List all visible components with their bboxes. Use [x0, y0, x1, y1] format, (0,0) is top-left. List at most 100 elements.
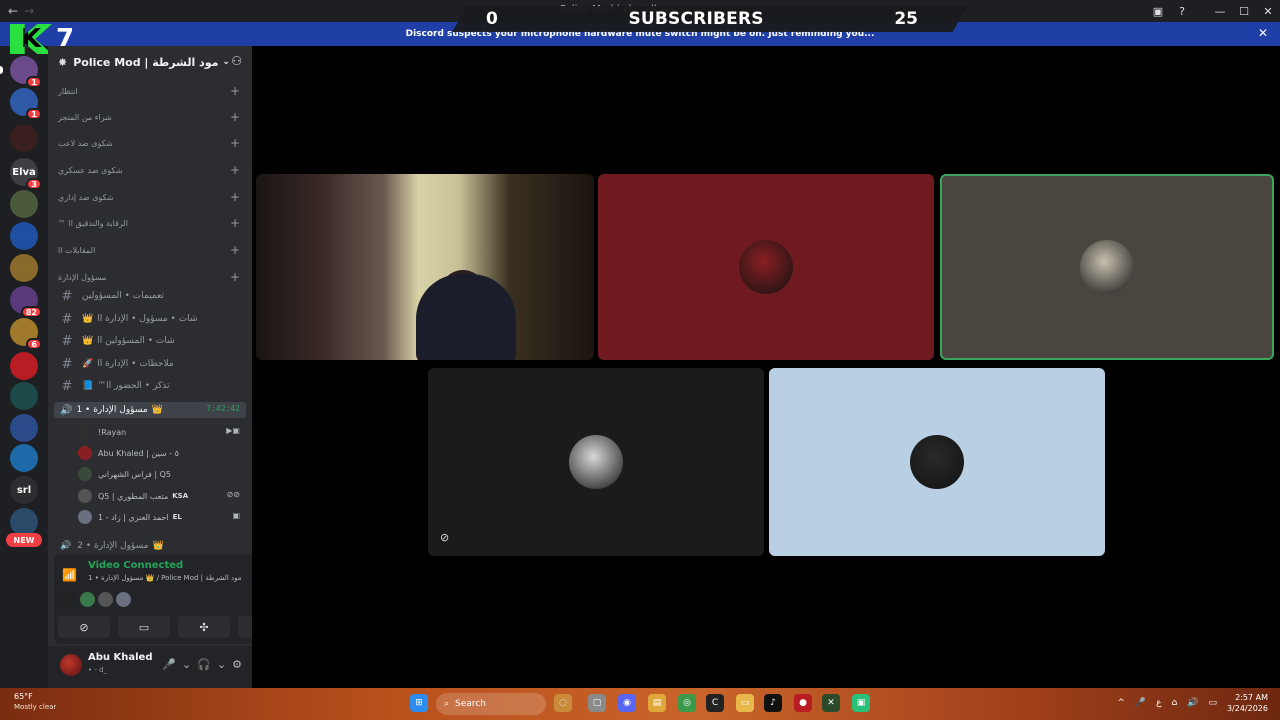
tile-red-user[interactable]: [598, 174, 934, 360]
create-channel-icon[interactable]: +: [230, 190, 240, 204]
server-icon[interactable]: [10, 124, 38, 152]
avatar[interactable]: [116, 592, 131, 607]
category-header[interactable]: شكوى ضد إداري +: [56, 190, 246, 206]
category-header[interactable]: انتظار +: [56, 84, 246, 100]
streamer-camera-tile[interactable]: [256, 174, 594, 360]
server-icon[interactable]: [10, 444, 38, 472]
voice-member[interactable]: !Rayan ▶▣: [78, 422, 244, 442]
voice-timer: 7:42:42: [206, 404, 240, 413]
user-avatar[interactable]: [60, 654, 82, 676]
text-channel[interactable]: # 📘 ™تذكر • الحضور اا: [56, 376, 246, 396]
text-channel[interactable]: # 🚀 ملاحظات • الإدارة اا: [56, 354, 246, 374]
tile-olive-user[interactable]: [940, 174, 1274, 360]
server-icon[interactable]: [10, 190, 38, 218]
category-header[interactable]: المقابلات اا +: [56, 243, 246, 259]
server-header[interactable]: ✸ Police Mod | مود الشرطة ⌄ ⚇: [48, 46, 252, 78]
terminal-icon[interactable]: ✕: [822, 694, 840, 712]
minimize-icon[interactable]: —: [1208, 5, 1232, 18]
create-channel-icon[interactable]: +: [230, 136, 240, 150]
server-icon[interactable]: Elva 3: [10, 158, 42, 190]
avatar[interactable]: [62, 592, 77, 607]
server-icon[interactable]: srl: [10, 476, 38, 504]
text-channel[interactable]: # 👑 شات • مسؤول • الإدارة اا: [56, 309, 246, 329]
voice-member[interactable]: فراس الشهراني | Q5: [78, 464, 244, 484]
server-icon[interactable]: [10, 508, 38, 536]
category-header[interactable]: مسؤول الإدارة +: [56, 270, 246, 286]
app-green-icon[interactable]: ▣: [852, 694, 870, 712]
chevron-down-icon[interactable]: ⌄: [182, 658, 191, 671]
forward-icon[interactable]: →: [24, 4, 34, 18]
microphone-icon[interactable]: 🎤: [162, 658, 176, 671]
discord-icon[interactable]: ◉: [618, 694, 636, 712]
signal-icon[interactable]: 📶: [62, 568, 77, 582]
start-icon[interactable]: ⊞: [410, 694, 428, 712]
avatar[interactable]: [98, 592, 113, 607]
folder-icon[interactable]: ▤: [648, 694, 666, 712]
tile-light-user[interactable]: [769, 368, 1105, 556]
ctrl-app-icon[interactable]: C: [706, 694, 724, 712]
voice-channel-2[interactable]: 🔊 مسؤول الإدارة • 2 👑: [56, 538, 246, 554]
volume-icon[interactable]: 🔊: [1187, 698, 1198, 708]
chevron-down-icon[interactable]: ⌄: [217, 658, 226, 671]
category-header[interactable]: شراء من المتجر +: [56, 110, 246, 126]
voice-status[interactable]: Video Connected: [88, 560, 183, 571]
file-explorer-icon[interactable]: ▭: [736, 694, 754, 712]
server-icon[interactable]: [10, 414, 38, 442]
server-icon[interactable]: [10, 254, 38, 282]
tiktok-icon[interactable]: ♪: [764, 694, 782, 712]
category-header[interactable]: شكوى ضد لاعب +: [56, 136, 246, 152]
weather-widget[interactable]: 65°F Mostly clear: [14, 692, 56, 711]
create-channel-icon[interactable]: +: [230, 270, 240, 284]
channel-label: شات • مسؤول • الإدارة اا: [97, 314, 198, 324]
screen-share-button[interactable]: ▭: [118, 616, 170, 638]
text-channel[interactable]: # تعميمات • المسؤولين: [56, 286, 246, 306]
chevron-up-icon[interactable]: ^: [1117, 698, 1125, 708]
create-channel-icon[interactable]: +: [230, 110, 240, 124]
voice-member[interactable]: Q5 | متعب المطوري KSA ⊘⊘: [78, 486, 244, 506]
category-header[interactable]: شكوى ضد عسكري +: [56, 163, 246, 179]
chrome-icon[interactable]: ◎: [678, 694, 696, 712]
voice-channel-active[interactable]: 🔊 مسؤول الإدارة • 1 👑 7:42:42: [54, 402, 246, 418]
category-label: المقابلات اا: [58, 246, 96, 255]
server-icon[interactable]: 82: [10, 286, 42, 318]
server-icon[interactable]: 1: [10, 88, 42, 120]
user-settings-icon[interactable]: ⚙: [232, 658, 242, 671]
obs-icon[interactable]: ●: [794, 694, 812, 712]
server-icon[interactable]: [10, 352, 38, 380]
create-channel-icon[interactable]: +: [230, 243, 240, 257]
camera-off-button[interactable]: ⊘: [58, 616, 110, 638]
mic-tray-icon[interactable]: 🎤: [1135, 698, 1146, 708]
new-badge[interactable]: NEW: [6, 533, 42, 547]
widgets-icon[interactable]: ◌: [554, 694, 572, 712]
network-icon[interactable]: ⌂: [1172, 698, 1178, 708]
invite-people-icon[interactable]: ⚇: [231, 54, 242, 68]
server-icon[interactable]: 1: [10, 56, 42, 88]
server-icon[interactable]: [10, 382, 38, 410]
language-indicator[interactable]: ع: [1156, 698, 1161, 708]
headphones-icon[interactable]: 🎧: [197, 658, 211, 671]
inbox-icon[interactable]: ▣: [1146, 5, 1170, 18]
server-icon[interactable]: [10, 222, 38, 250]
server-icon[interactable]: 6: [10, 318, 42, 350]
task-view-icon[interactable]: ▢: [588, 694, 606, 712]
maximize-icon[interactable]: ☐: [1232, 5, 1256, 18]
activities-button[interactable]: ✣: [178, 616, 230, 638]
create-channel-icon[interactable]: +: [230, 216, 240, 230]
user-name[interactable]: Abu Khaled: [88, 652, 152, 663]
voice-member[interactable]: Abu Khaled | ٥ - سين: [78, 443, 244, 463]
close-window-icon[interactable]: ✕: [1256, 5, 1280, 18]
notice-close-icon[interactable]: ✕: [1258, 26, 1268, 40]
voice-member[interactable]: احمد العنزي | زاد - 1 EL ▣: [78, 507, 244, 527]
text-channel[interactable]: # 👑 شات • المسؤولين اا: [56, 331, 246, 351]
tile-dark-user[interactable]: ⊘: [428, 368, 764, 556]
taskbar-search[interactable]: ⌕ Search: [436, 693, 546, 715]
clock[interactable]: 2:57 AM 3/24/2026: [1227, 692, 1268, 714]
battery-icon[interactable]: ▭: [1208, 698, 1217, 708]
voice-subtitle[interactable]: مسؤول الإدارة • 1 👑 / Police Mod | مود ا…: [88, 574, 241, 582]
category-header[interactable]: ™ الرقابة والتدقيق اا +: [56, 216, 246, 232]
avatar[interactable]: [80, 592, 95, 607]
create-channel-icon[interactable]: +: [230, 163, 240, 177]
create-channel-icon[interactable]: +: [230, 84, 240, 98]
back-icon[interactable]: ←: [8, 4, 18, 18]
help-icon[interactable]: ?: [1170, 5, 1194, 18]
